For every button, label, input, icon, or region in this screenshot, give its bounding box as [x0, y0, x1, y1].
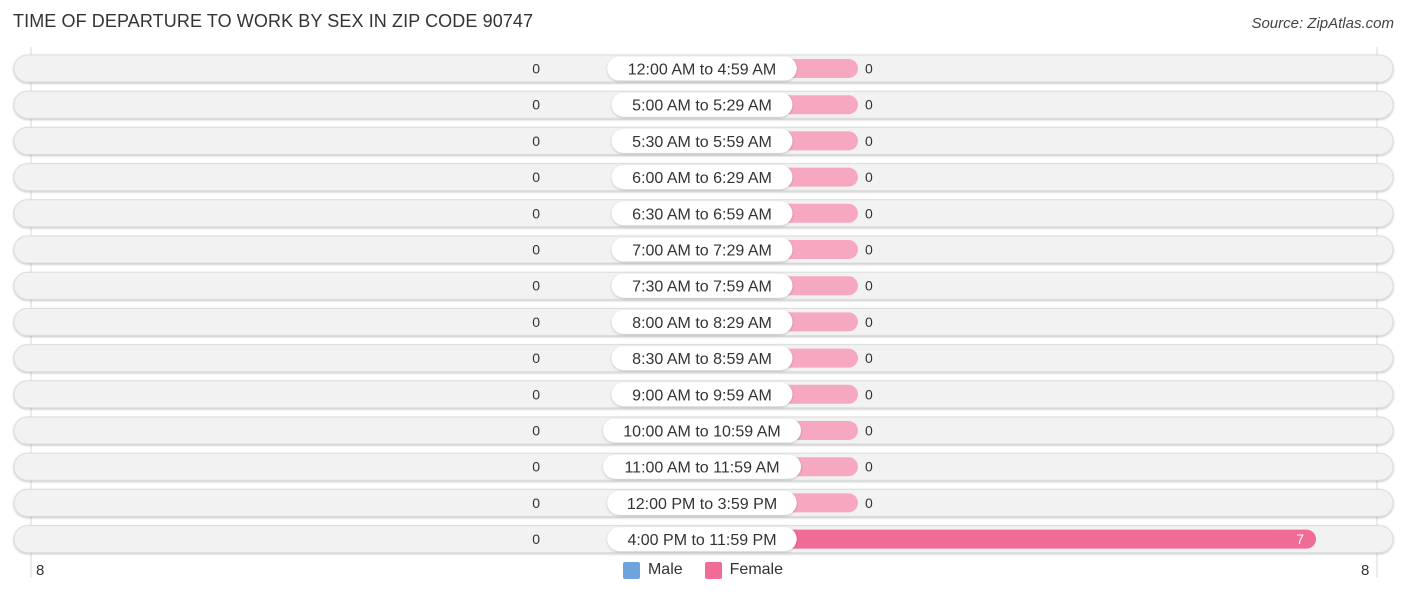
male-value-label: 0: [532, 242, 540, 258]
table-row: 0 0 8:30 AM to 8:59 AM: [13, 344, 1394, 373]
female-value-label: 0: [865, 423, 873, 439]
female-value-label: 0: [865, 169, 873, 185]
category-label: 6:30 AM to 6:59 AM: [632, 206, 772, 223]
category-label: 10:00 AM to 10:59 AM: [623, 424, 780, 441]
male-value-label: 0: [532, 314, 540, 330]
female-value-label: 0: [865, 386, 873, 402]
chart-area: 0 0 12:00 AM to 4:59 AM 0 0 5:00 AM to 5:29 A…: [13, 47, 1394, 578]
female-value-label: 0: [865, 278, 873, 294]
table-row: 0 0 8:00 AM to 8:29 AM: [13, 307, 1394, 336]
category-label: 12:00 AM to 4:59 AM: [628, 62, 777, 79]
legend-label-male: Male: [647, 561, 683, 578]
table-row: 0 0 10:00 AM to 10:59 AM: [13, 416, 1394, 445]
legend-swatch-female: [704, 561, 722, 579]
category-label: 11:00 AM to 11:59 AM: [624, 460, 779, 477]
male-value-label: 0: [532, 350, 540, 366]
table-row: 0 0 5:00 AM to 5:29 AM: [13, 90, 1394, 119]
table-row: 0 7 4:00 PM to 11:59 PM: [13, 525, 1394, 554]
legend-label-female: Female: [729, 561, 784, 578]
category-label: 5:30 AM to 5:59 AM: [632, 134, 772, 151]
table-row: 0 0 6:00 AM to 6:29 AM: [13, 163, 1394, 192]
table-row: 0 0 6:30 AM to 6:59 AM: [13, 199, 1394, 228]
male-value-label: 0: [532, 386, 540, 402]
category-label: 9:00 AM to 9:59 AM: [632, 387, 772, 404]
female-value-label: 0: [865, 242, 873, 258]
legend: Male Female: [0, 561, 1406, 579]
female-value-label: 0: [865, 205, 873, 221]
female-value-label: 0: [865, 350, 873, 366]
female-value-label: 0: [865, 133, 873, 149]
table-row: 0 0 12:00 AM to 4:59 AM: [13, 54, 1394, 83]
female-value-label: 0: [865, 495, 873, 511]
female-value-label: 0: [865, 459, 873, 475]
table-row: 0 0 9:00 AM to 9:59 AM: [13, 380, 1394, 409]
category-label: 7:30 AM to 7:59 AM: [632, 279, 772, 296]
male-value-label: 0: [532, 97, 540, 113]
category-label: 8:00 AM to 8:29 AM: [632, 315, 772, 332]
male-value-label: 0: [532, 531, 540, 547]
female-value-label: 0: [865, 97, 873, 113]
male-value-label: 0: [532, 423, 540, 439]
legend-swatch-male: [622, 561, 640, 579]
male-value-label: 0: [532, 495, 540, 511]
female-value-label: 0: [865, 314, 873, 330]
male-value-label: 0: [532, 459, 540, 475]
male-value-label: 0: [532, 278, 540, 294]
table-row: 0 0 11:00 AM to 11:59 AM: [13, 452, 1394, 481]
legend-item-male: Male: [622, 561, 683, 579]
table-row: 0 0 5:30 AM to 5:59 AM: [13, 126, 1394, 155]
male-value-label: 0: [532, 205, 540, 221]
table-row: 0 0 12:00 PM to 3:59 PM: [13, 488, 1394, 517]
male-value-label: 0: [532, 133, 540, 149]
category-label: 5:00 AM to 5:29 AM: [632, 98, 772, 115]
table-row: 0 0 7:30 AM to 7:59 AM: [13, 271, 1394, 300]
legend-item-female: Female: [704, 561, 784, 579]
table-row: 0 0 7:00 AM to 7:29 AM: [13, 235, 1394, 264]
category-label: 6:00 AM to 6:29 AM: [632, 170, 772, 187]
female-value-label: 7: [1296, 531, 1304, 547]
male-value-label: 0: [532, 61, 540, 77]
category-label: 4:00 PM to 11:59 PM: [627, 532, 776, 549]
category-label: 8:30 AM to 8:59 AM: [632, 351, 772, 368]
category-label: 12:00 PM to 3:59 PM: [627, 496, 777, 513]
female-value-label: 0: [865, 61, 873, 77]
male-value-label: 0: [532, 169, 540, 185]
category-label: 7:00 AM to 7:29 AM: [632, 243, 772, 260]
